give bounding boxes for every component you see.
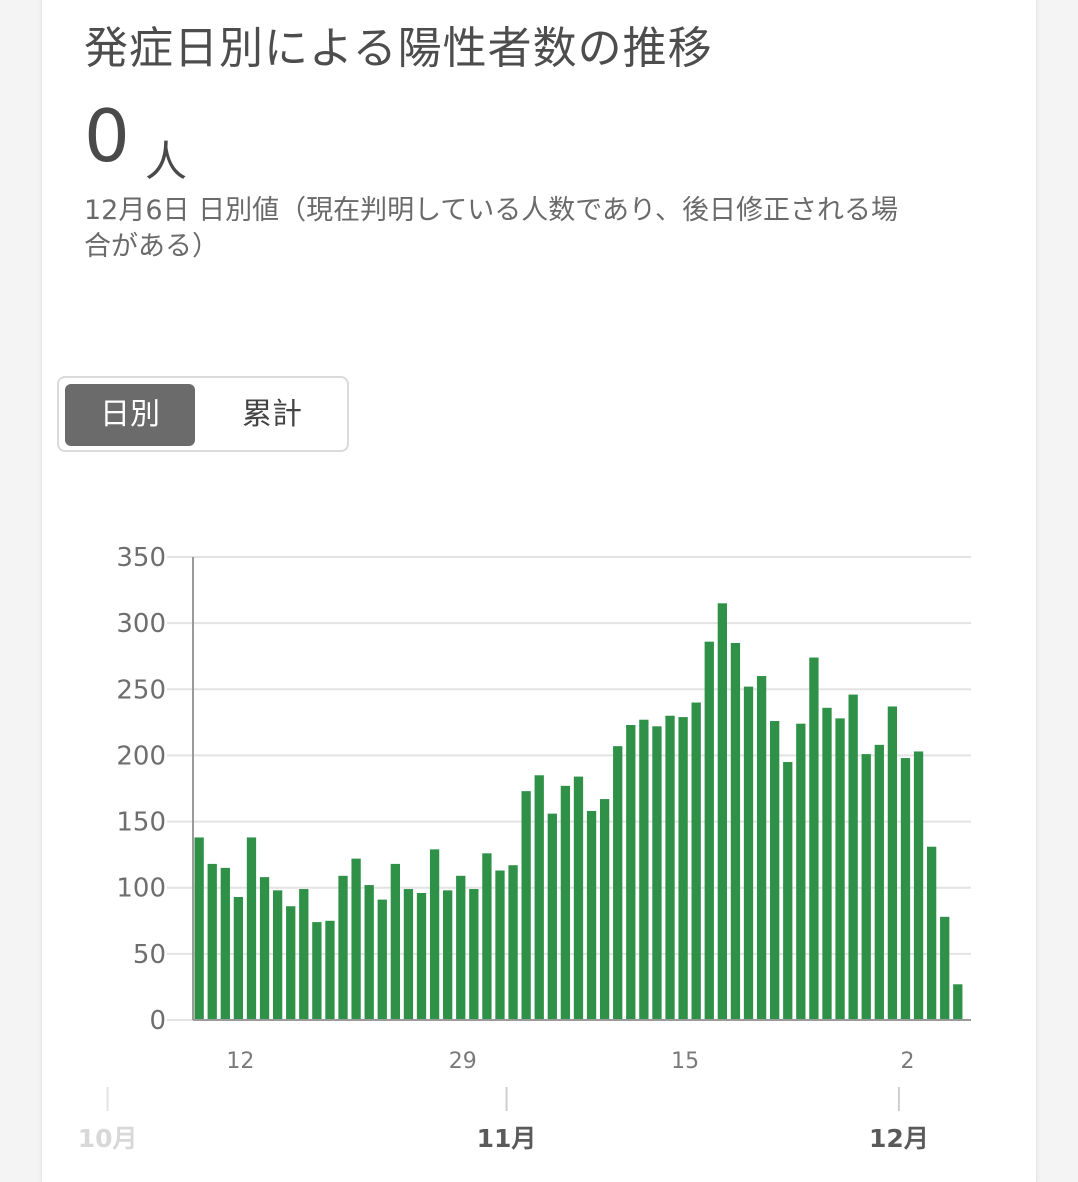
y-tick-label: 200 [116, 741, 166, 771]
bar [207, 863, 217, 1020]
bar [573, 776, 584, 1020]
y-tick-label: 0 [149, 1006, 166, 1036]
y-tick-label: 300 [116, 609, 166, 639]
bar [900, 758, 911, 1020]
bar [482, 853, 492, 1020]
bar [338, 875, 348, 1020]
bar [874, 744, 884, 1020]
bar [429, 849, 440, 1020]
bar [586, 810, 597, 1020]
x-tick-label: 2 [900, 1049, 914, 1074]
bar [312, 922, 322, 1020]
month-label: 11月 [477, 1124, 537, 1153]
bar [351, 858, 361, 1020]
bar [547, 813, 557, 1020]
bar [286, 906, 296, 1020]
bar [691, 702, 701, 1020]
bar [940, 916, 950, 1020]
bar [416, 893, 427, 1020]
bar [390, 863, 400, 1020]
bar [639, 719, 649, 1020]
x-tick-label: 15 [671, 1049, 699, 1074]
bar [953, 984, 963, 1020]
bar [796, 723, 806, 1020]
bar [770, 721, 780, 1020]
bar [560, 785, 571, 1020]
bar [756, 676, 767, 1020]
y-tick-label: 50 [133, 940, 166, 970]
bar [665, 715, 675, 1020]
bar [652, 726, 662, 1020]
bar [809, 657, 819, 1020]
x-tick-label: 29 [449, 1049, 477, 1074]
y-axis-tick-labels: 0 50 100 150 200 250 300 350 [116, 543, 166, 1036]
y-tick-label: 100 [116, 874, 166, 904]
bar [325, 920, 335, 1020]
bar [508, 865, 518, 1020]
bar [848, 694, 858, 1020]
bar [887, 706, 898, 1020]
bar [259, 877, 270, 1020]
bar [456, 875, 466, 1020]
bar [913, 751, 924, 1020]
month-axis: 10月 11月 12月 [78, 1087, 929, 1153]
bar [194, 837, 204, 1020]
x-tick-label: 12 [226, 1049, 254, 1074]
bar [626, 725, 636, 1020]
bar [835, 718, 845, 1020]
bar [926, 846, 937, 1020]
bar [534, 775, 544, 1020]
bar [377, 899, 387, 1020]
month-label: 10月 [78, 1124, 138, 1153]
bar [220, 867, 230, 1020]
bar [364, 885, 374, 1020]
bar [678, 717, 688, 1020]
bar [743, 686, 754, 1020]
y-tick-label: 250 [116, 675, 166, 705]
bar [613, 746, 623, 1020]
y-tick-label: 350 [116, 543, 166, 573]
bar [521, 791, 531, 1020]
y-tick-label: 150 [116, 808, 166, 838]
bar [704, 641, 714, 1020]
bars [194, 603, 963, 1020]
bar [443, 890, 453, 1020]
bar [233, 896, 244, 1020]
month-label: 12月 [869, 1124, 929, 1153]
bar [272, 890, 283, 1020]
bar [717, 603, 727, 1020]
x-axis-tick-labels: 12 29 15 2 [226, 1049, 914, 1074]
bar [783, 762, 793, 1020]
bar [403, 889, 414, 1020]
bar [861, 754, 871, 1020]
bar [822, 707, 832, 1020]
daily-positive-bar-chart: 0 50 100 150 200 250 300 350 12 29 15 2 10月 11月 12月 [78, 543, 971, 1153]
bar [246, 837, 257, 1020]
bar [299, 889, 309, 1020]
bar [599, 799, 610, 1020]
bar [469, 889, 479, 1020]
bar [495, 870, 505, 1020]
bar [730, 642, 741, 1020]
